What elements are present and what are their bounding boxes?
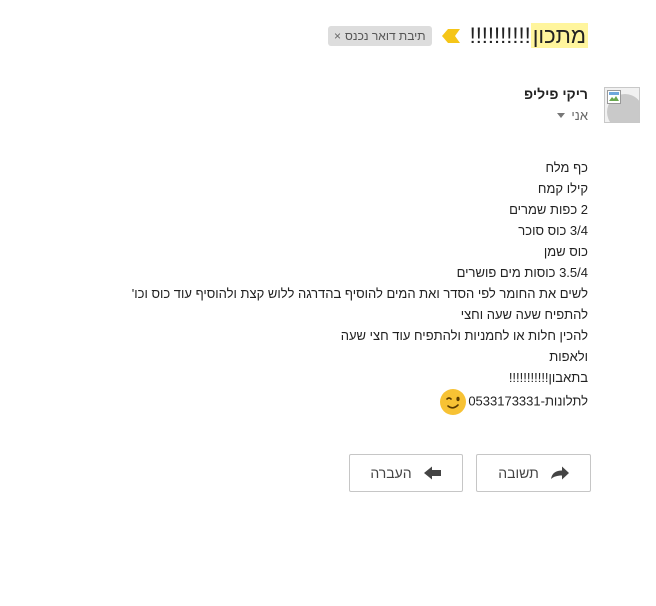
recipient-details-toggle[interactable]: אני [557, 108, 588, 123]
inbox-label-chip: תיבת דואר נכנס × [328, 26, 432, 46]
importance-marker-icon[interactable] [441, 29, 460, 43]
sender-name: ריקי פיליפ [524, 86, 588, 102]
subject-rest: !!!!!!!!!! [469, 23, 531, 48]
body-line: ולאפות [549, 349, 588, 364]
body-line: 3/4 כוס סוכר [518, 223, 588, 238]
reply-arrow-icon [550, 466, 569, 480]
forward-arrow-icon [423, 466, 441, 480]
sender-avatar[interactable] [604, 87, 640, 123]
caret-down-icon[interactable] [557, 113, 566, 118]
reply-label: תשובה [498, 465, 539, 481]
email-subject: מתכון!!!!!!!!!! [470, 23, 588, 49]
contact-text: לתלונות-0533173331 [468, 393, 588, 409]
body-line: 2 כפות שמרים [509, 202, 588, 217]
body-line: לשים את החומר לפי הסדר ואת המים להוסיף ב… [131, 286, 588, 301]
body-line: בתאבון!!!!!!!!!!! [508, 370, 588, 385]
email-body: כף מלח קילו קמח 2 כפות שמרים 3/4 כוס סוכ… [108, 157, 588, 416]
broken-image-icon [607, 90, 621, 104]
recipient-label: אני [571, 108, 588, 123]
reply-button[interactable]: תשובה [476, 454, 591, 492]
inbox-label-text: תיבת דואר נכנס [345, 29, 426, 43]
forward-label: העברה [370, 465, 412, 481]
body-line: קילו קמח [537, 181, 588, 196]
wink-emoji-icon [439, 389, 466, 415]
body-line-contact: לתלונות-0533173331 [108, 388, 588, 416]
body-line: 3.5/4 כוסות מים פושרים [456, 265, 588, 280]
body-line: כף מלח [545, 160, 588, 175]
body-line: להכין חלות או לחמניות ולהתפיח עוד חצי שע… [340, 328, 588, 343]
subject-row: מתכון!!!!!!!!!! תיבת דואר נכנס × [328, 18, 588, 54]
body-line: להתפיח שעה שעה וחצי [460, 307, 588, 322]
body-line: כוס שמן [543, 244, 588, 259]
forward-button[interactable]: העברה [349, 454, 463, 492]
subject-highlight: מתכון [530, 23, 588, 48]
remove-label-icon[interactable]: × [334, 29, 341, 43]
